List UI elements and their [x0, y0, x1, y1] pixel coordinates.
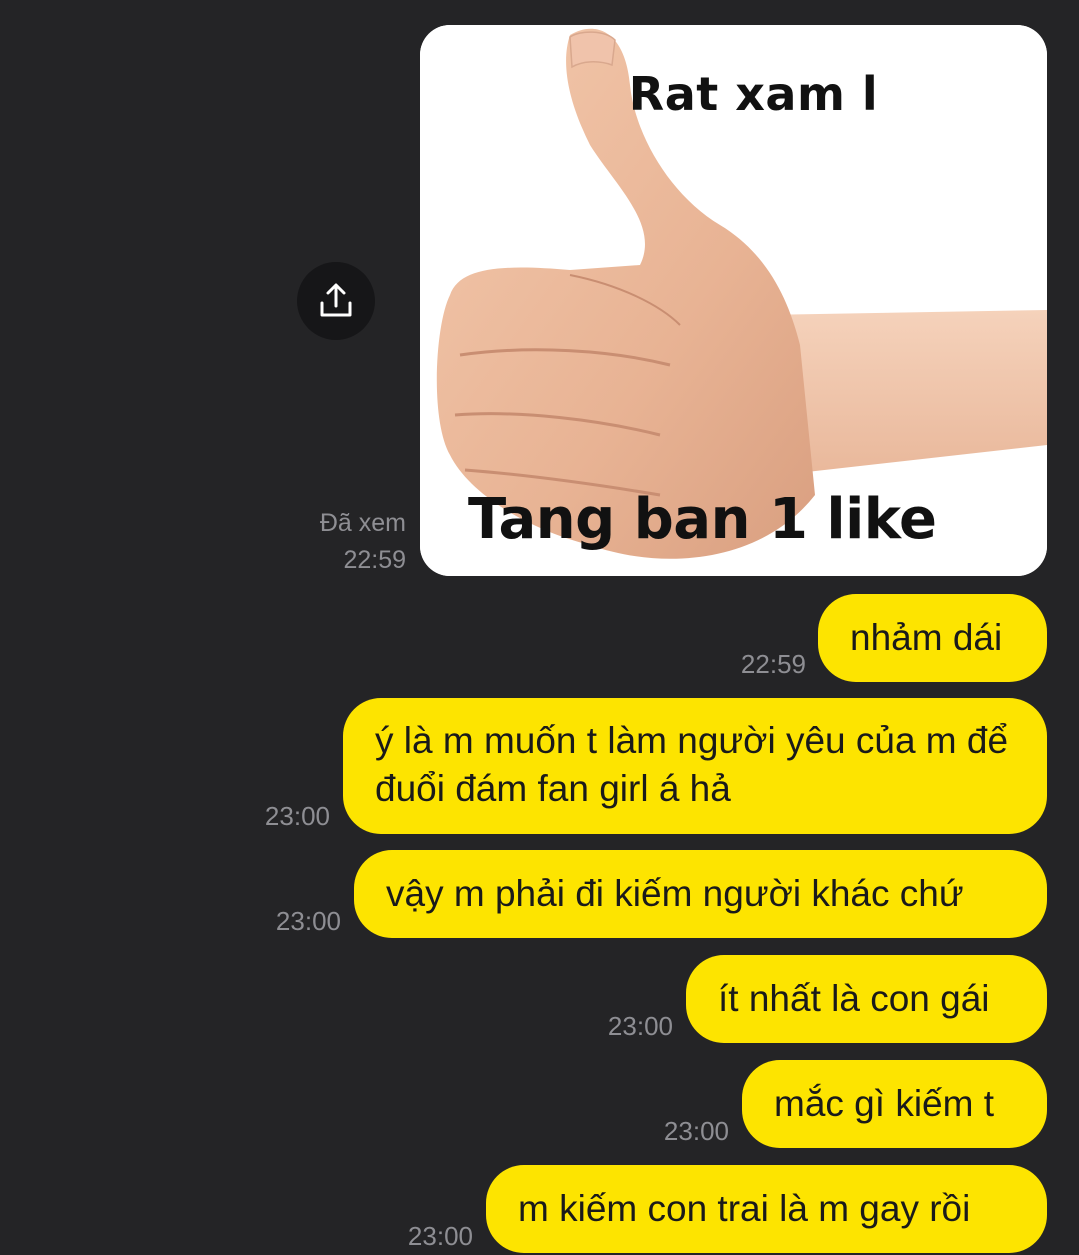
message-text: vậy m phải đi kiếm người khác chứ [386, 873, 964, 914]
message-text: ít nhất là con gái [718, 978, 990, 1019]
meme-bottom-text: Tang ban 1 like [468, 487, 937, 552]
image-message-time: 22:59 [343, 546, 406, 574]
message-bubble[interactable]: ý là m muốn t làm người yêu của m để đuổ… [343, 698, 1047, 834]
message-time: 23:00 [663, 1116, 729, 1146]
message-text: ý là m muốn t làm người yêu của m để đuổ… [375, 720, 1009, 809]
meme-top-text: Rat xam l [628, 67, 879, 121]
message-bubble[interactable]: ít nhất là con gái [686, 955, 1047, 1043]
message-bubble[interactable]: mắc gì kiếm t [742, 1060, 1047, 1148]
message-text: m kiếm con trai là m gay rồi [518, 1188, 971, 1229]
message-bubble[interactable]: vậy m phải đi kiếm người khác chứ [354, 850, 1047, 938]
seen-status: Đã xem [319, 509, 406, 537]
share-upload-icon [320, 283, 352, 317]
message-bubble[interactable]: nhảm dái [818, 594, 1047, 682]
message-time: 23:00 [407, 1221, 473, 1251]
chat-thread: Đã xem 22:59 Rat xam l Tang ban 1 like 2… [0, 0, 1079, 1255]
message-time: 23:00 [264, 801, 330, 831]
message-bubble[interactable]: m kiếm con trai là m gay rồi [486, 1165, 1047, 1253]
message-time: 23:00 [607, 1011, 673, 1041]
message-time: 23:00 [275, 906, 341, 936]
image-message[interactable]: Rat xam l Tang ban 1 like [420, 25, 1047, 576]
image-message-meta: Đã xem 22:59 [250, 505, 406, 579]
share-button[interactable] [297, 262, 375, 340]
message-text: mắc gì kiếm t [774, 1083, 994, 1124]
message-text: nhảm dái [850, 617, 1003, 658]
message-time: 22:59 [740, 649, 806, 679]
